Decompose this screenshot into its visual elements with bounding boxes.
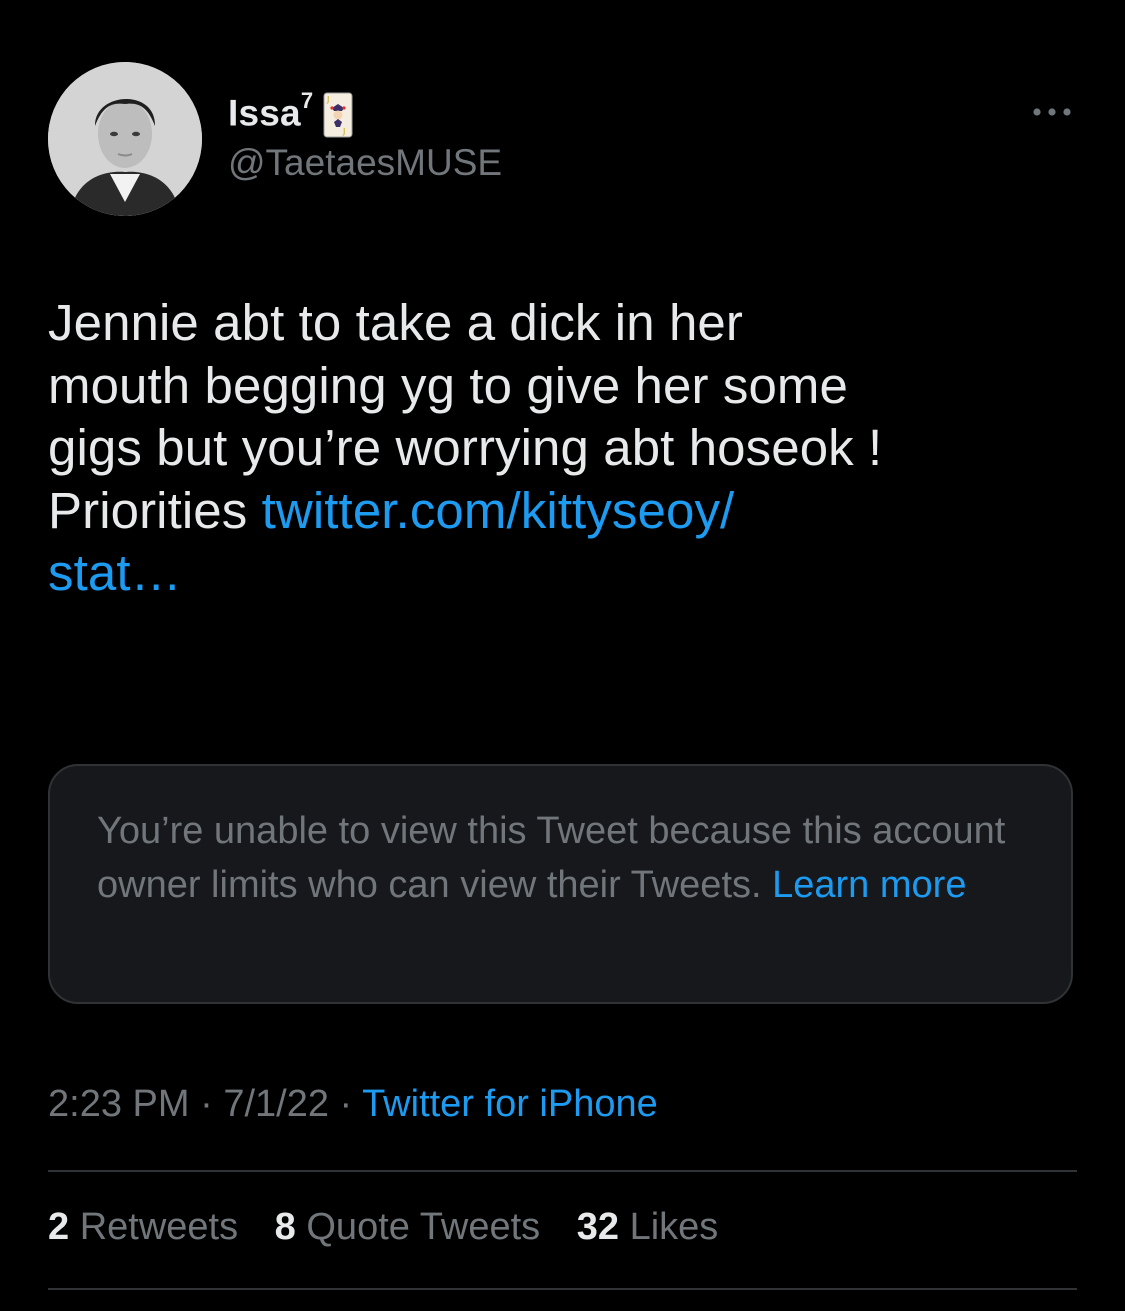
quote-tweets-count: 8 xyxy=(274,1206,296,1248)
likes-label: Likes xyxy=(629,1206,719,1248)
tweet-line: mouth begging yg to give her some xyxy=(48,356,848,414)
more-options-icon[interactable] xyxy=(1030,100,1074,124)
engagement-stats: 2 Retweets 8 Quote Tweets 32 Likes xyxy=(48,1206,744,1249)
retweets-stat[interactable]: 2 Retweets xyxy=(48,1206,238,1248)
likes-stat[interactable]: 32 Likes xyxy=(577,1206,719,1248)
divider xyxy=(48,1170,1077,1172)
tweet-source-link[interactable]: Twitter for iPhone xyxy=(362,1083,658,1125)
joker-card-icon: J J xyxy=(323,92,353,138)
tweet-date[interactable]: 7/1/22 xyxy=(223,1083,329,1125)
author-handle[interactable]: @TaetaesMUSE xyxy=(228,142,502,184)
quote-tweets-stat[interactable]: 8 Quote Tweets xyxy=(275,1206,540,1248)
retweets-count: 2 xyxy=(48,1206,70,1248)
tweet-text: Jennie abt to take a dick in her mouth b… xyxy=(48,292,1088,605)
svg-text:J: J xyxy=(342,127,345,136)
meta-separator: · xyxy=(200,1083,213,1125)
display-name-suffix: 7 xyxy=(300,87,314,113)
tweet-link[interactable]: twitter.com/kittyseoy/ xyxy=(262,482,735,539)
tweet-line: gigs but you’re worrying abt hoseok ! xyxy=(48,419,883,477)
divider xyxy=(48,1288,1077,1290)
author-name-row[interactable]: Issa7 J J xyxy=(228,88,353,138)
quote-tweets-label: Quote Tweets xyxy=(306,1206,541,1248)
display-name-text: Issa xyxy=(228,92,301,134)
tweet-meta: 2:23 PM · 7/1/22 · Twitter for iPhone xyxy=(48,1083,658,1126)
meta-separator: · xyxy=(339,1083,353,1125)
display-name[interactable]: Issa7 xyxy=(228,88,313,134)
learn-more-link[interactable]: Learn more xyxy=(772,864,966,906)
quoted-tweet-unavailable-card[interactable]: You’re unable to view this Tweet because… xyxy=(48,764,1073,1004)
tweet-time[interactable]: 2:23 PM xyxy=(48,1083,190,1125)
tweet-line: Priorities xyxy=(48,481,248,539)
likes-count: 32 xyxy=(576,1206,619,1248)
tweet-line: Jennie abt to take a dick in her xyxy=(48,294,743,351)
svg-text:J: J xyxy=(326,95,329,104)
retweets-label: Retweets xyxy=(79,1206,239,1248)
avatar-image xyxy=(48,62,202,216)
avatar[interactable] xyxy=(48,62,202,216)
tweet-line-last: Priorities twitter.com/kittyseoy/ xyxy=(48,480,1088,543)
tweet-link-continuation[interactable]: stat… xyxy=(48,542,1088,605)
